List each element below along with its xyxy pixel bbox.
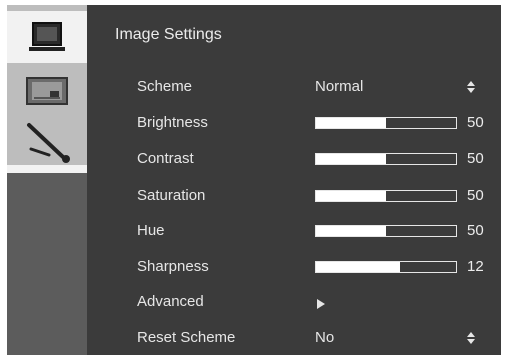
brightness-slider-fill: [316, 118, 386, 128]
brightness-value: 50: [467, 114, 484, 131]
picture-frame-icon: [26, 77, 68, 105]
saturation-slider[interactable]: [315, 190, 457, 202]
hue-slider[interactable]: [315, 225, 457, 237]
row-brightness[interactable]: Brightness 50: [137, 112, 489, 134]
saturation-value: 50: [467, 187, 484, 204]
sharpness-label: Sharpness: [137, 258, 209, 275]
sidebar-divider: [7, 165, 87, 173]
sidebar: [7, 5, 87, 355]
row-scheme[interactable]: Scheme Normal: [137, 76, 489, 98]
saturation-label: Saturation: [137, 187, 206, 204]
sharpness-slider-fill: [316, 262, 400, 272]
up-down-arrows-icon[interactable]: [467, 80, 475, 98]
up-down-arrows-icon[interactable]: [467, 331, 475, 349]
hue-slider-fill: [316, 226, 386, 236]
scheme-value[interactable]: Normal: [315, 78, 363, 95]
tab-image-settings[interactable]: [7, 11, 87, 63]
monitor-icon: [29, 22, 65, 51]
contrast-slider-fill: [316, 154, 386, 164]
contrast-value: 50: [467, 150, 484, 167]
tab-picture[interactable]: [7, 67, 87, 115]
row-advanced[interactable]: Advanced: [137, 291, 489, 313]
contrast-slider[interactable]: [315, 153, 457, 165]
reset-scheme-label: Reset Scheme: [137, 329, 236, 346]
row-contrast[interactable]: Contrast 50: [137, 148, 489, 170]
scheme-label: Scheme: [137, 78, 193, 95]
row-sharpness[interactable]: Sharpness 12: [137, 256, 489, 278]
hue-value: 50: [467, 222, 484, 239]
advanced-label: Advanced: [137, 293, 204, 310]
brightness-slider[interactable]: [315, 117, 457, 129]
brightness-label: Brightness: [137, 114, 208, 131]
row-hue[interactable]: Hue 50: [137, 220, 489, 242]
sharpness-value: 12: [467, 258, 484, 275]
reset-scheme-value[interactable]: No: [315, 329, 334, 346]
sidebar-tab-group: [7, 5, 87, 173]
tab-tools[interactable]: [7, 115, 87, 171]
sharpness-slider[interactable]: [315, 261, 457, 273]
row-reset-scheme[interactable]: Reset Scheme No: [137, 327, 489, 349]
row-saturation[interactable]: Saturation 50: [137, 185, 489, 207]
tools-icon: [27, 123, 70, 163]
osd-menu: Image Settings Scheme Normal Brightness …: [7, 5, 501, 355]
saturation-slider-fill: [316, 191, 386, 201]
menu-title: Image Settings: [115, 26, 222, 43]
hue-label: Hue: [137, 222, 165, 239]
play-arrow-icon[interactable]: [317, 296, 325, 314]
contrast-label: Contrast: [137, 150, 194, 167]
